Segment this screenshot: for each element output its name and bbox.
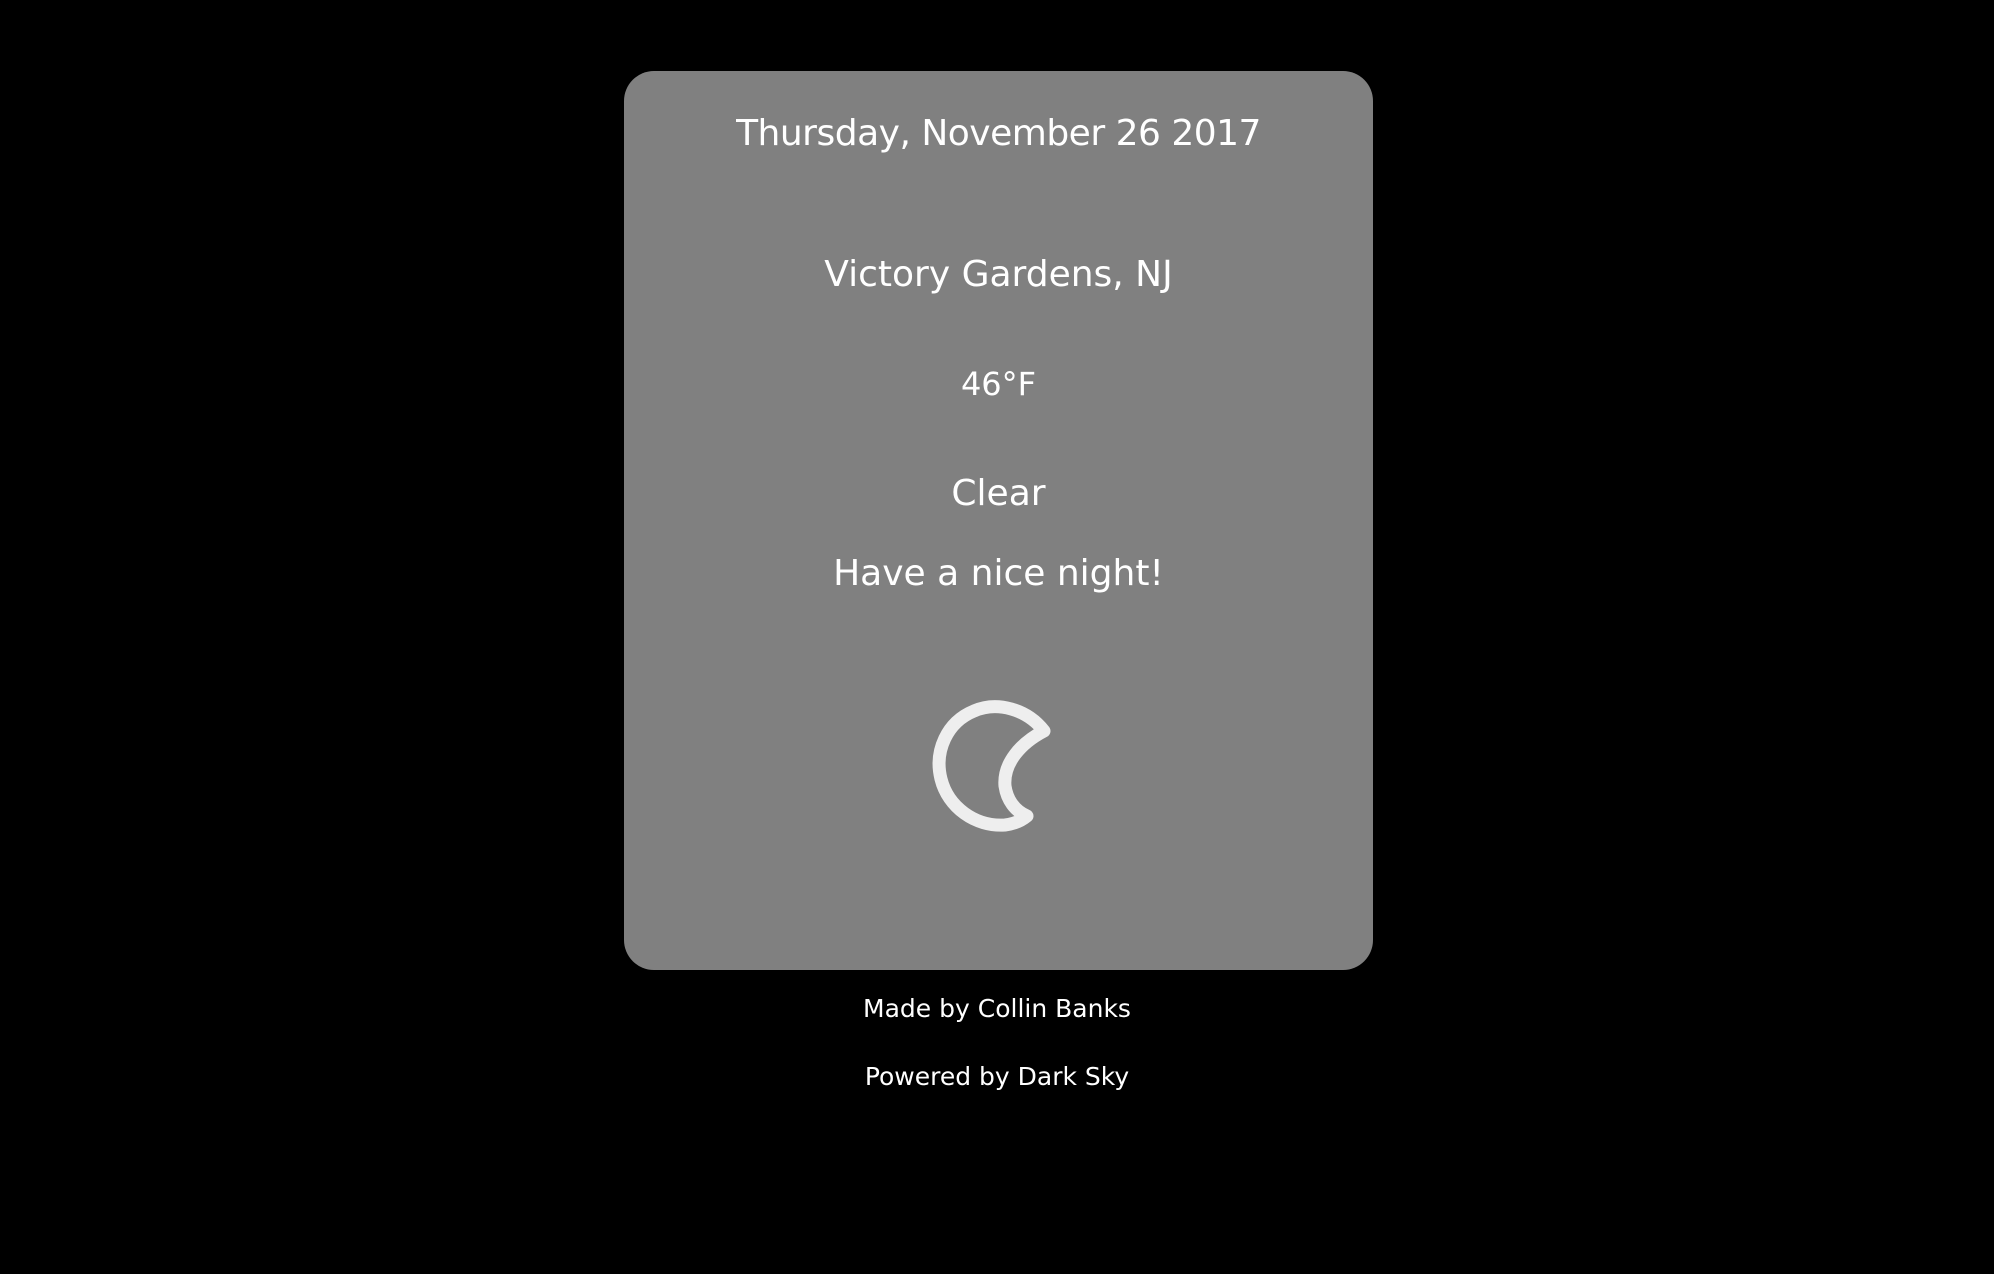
weather-summary: Clear	[951, 473, 1046, 514]
weather-page: Thursday, November 26 2017 Victory Garde…	[0, 0, 1994, 1274]
author-credit: Made by Collin Banks	[863, 994, 1131, 1023]
forecast-date: Thursday, November 26 2017	[736, 113, 1261, 154]
location-name: Victory Gardens, NJ	[824, 254, 1173, 295]
weather-card: Thursday, November 26 2017 Victory Garde…	[624, 71, 1373, 970]
greeting-message: Have a nice night!	[833, 553, 1164, 594]
moon-icon	[932, 700, 1050, 832]
temperature-reading: 46°F	[960, 365, 1037, 403]
weather-icon-container	[624, 689, 1373, 841]
data-source-credit[interactable]: Powered by Dark Sky	[0, 1062, 1994, 1091]
